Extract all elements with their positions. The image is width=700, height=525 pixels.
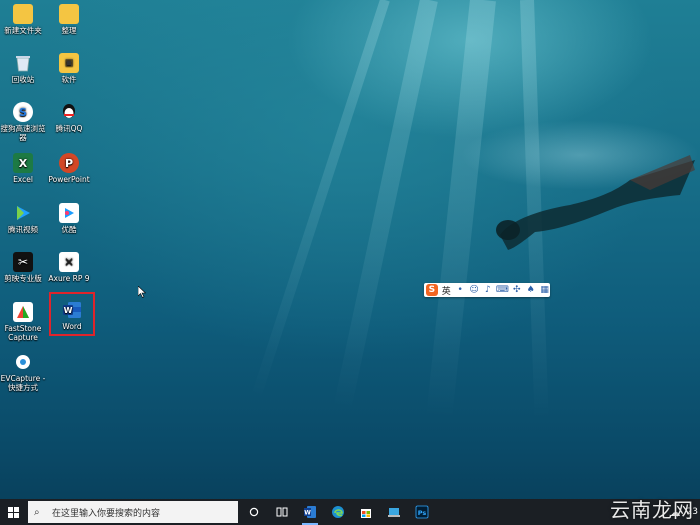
cortana-circle-icon (249, 507, 259, 517)
light-ray (250, 0, 390, 401)
taskbar-edge-button[interactable] (324, 499, 352, 525)
powerpoint-icon: P (59, 153, 79, 173)
folder-icon: ▣ (59, 53, 79, 73)
light-ray (332, 0, 438, 413)
desktop-icon-youku[interactable]: 优酷 (46, 203, 92, 234)
keyboard-icon[interactable]: ⌨ (496, 284, 509, 296)
search-icon: ⌕ (34, 506, 40, 518)
skin-shirt-icon[interactable]: ♠ (525, 284, 536, 296)
icon-label: Excel (13, 175, 33, 184)
axure-icon: ✕ (59, 252, 79, 272)
desktop-icon-qq[interactable]: 腾讯QQ (46, 102, 92, 133)
icon-label: EVCapture - 快捷方式 (0, 374, 46, 392)
laptop-icon (388, 508, 400, 517)
search-placeholder: 在这里输入你要搜索的内容 (52, 508, 161, 519)
svg-text:W: W (304, 510, 311, 517)
desktop-icon-evcapture[interactable]: EVCapture - 快捷方式 (0, 352, 46, 392)
taskbar: ⌕ 在这里输入你要搜索的内容 W Ps ☁ 23 (0, 499, 700, 525)
sogou-browser-icon: S (13, 102, 33, 122)
task-view-icon (276, 507, 288, 517)
icon-label: 搜狗高速浏览器 (0, 124, 46, 142)
taskbar-photoshop-button[interactable]: Ps (408, 499, 436, 525)
punctuation-icon[interactable]: • (455, 284, 466, 296)
desktop-icon-sogou-browser[interactable]: S 搜狗高速浏览器 (0, 102, 46, 142)
diver-silhouette (496, 155, 695, 250)
icon-label: 软件 (61, 75, 77, 84)
youku-icon (59, 203, 79, 223)
ime-mode-toggle[interactable]: 英 (441, 284, 452, 297)
folder-icon (13, 4, 33, 24)
recycle-bin-icon (13, 53, 33, 73)
desktop-icon-faststone[interactable]: FastStone Capture (0, 302, 46, 342)
evcapture-icon (13, 352, 33, 372)
microphone-icon[interactable]: ♪ (482, 284, 493, 296)
taskbar-search-box[interactable]: ⌕ 在这里输入你要搜索的内容 (28, 501, 238, 523)
desktop-icon-powerpoint[interactable]: P PowerPoint (46, 153, 92, 184)
windows-logo-icon (7, 506, 19, 518)
folder-icon (59, 4, 79, 24)
icon-label: 剪映专业版 (4, 274, 42, 283)
taskbar-word-button[interactable]: W (296, 499, 324, 525)
desktop-icon-axure[interactable]: ✕ Axure RP 9 (46, 252, 92, 283)
cortana-button[interactable] (240, 499, 268, 525)
faststone-icon (13, 302, 33, 322)
icon-label: 回收站 (11, 75, 35, 84)
svg-text:Ps: Ps (418, 509, 427, 517)
mouse-cursor-icon (138, 286, 146, 298)
desktop-icon-new-folder[interactable]: 新建文件夹 (0, 4, 46, 35)
sogou-ime-toolbar[interactable]: S 英 • ☺ ♪ ⌨ ✣ ♠ ▦ (424, 283, 550, 297)
selection-highlight-box (49, 292, 95, 336)
store-bag-icon (361, 509, 371, 518)
tencent-video-icon (13, 203, 33, 223)
emoji-icon[interactable]: ☺ (469, 284, 480, 296)
taskbar-mail-button[interactable] (380, 499, 408, 525)
desktop-icon-tencent-video[interactable]: 腾讯视频 (0, 203, 46, 234)
desktop-icon-recycle-bin[interactable]: 回收站 (0, 53, 46, 84)
sogou-logo-icon[interactable]: S (426, 284, 438, 296)
word-icon: W (304, 506, 316, 518)
photoshop-icon: Ps (415, 505, 429, 519)
task-view-button[interactable] (268, 499, 296, 525)
desktop-icon-organize-folder[interactable]: 整理 (46, 4, 92, 35)
excel-icon: X (13, 153, 33, 173)
icon-label: 优酷 (61, 225, 77, 234)
toolbox-icon[interactable]: ✣ (511, 284, 522, 296)
start-button[interactable] (0, 499, 26, 525)
icon-label: FastStone Capture (4, 324, 42, 342)
icon-label: PowerPoint (48, 175, 90, 184)
icon-label: 整理 (61, 26, 77, 35)
desktop-icon-software-folder[interactable]: ▣ 软件 (46, 53, 92, 84)
jianying-icon: ✂ (13, 252, 33, 272)
icon-label: 新建文件夹 (4, 26, 42, 35)
desktop-icon-jianying[interactable]: ✂ 剪映专业版 (0, 252, 46, 283)
icon-label: Axure RP 9 (48, 274, 90, 283)
watermark-text: 云南龙网 (610, 498, 694, 522)
icon-label: 腾讯视频 (8, 225, 38, 234)
qq-icon (59, 102, 79, 122)
icon-label: 腾讯QQ (55, 124, 83, 133)
taskbar-store-button[interactable] (352, 499, 380, 525)
edge-icon (332, 506, 344, 518)
menu-grid-icon[interactable]: ▦ (539, 284, 550, 296)
desktop-icon-excel[interactable]: X Excel (0, 153, 46, 184)
